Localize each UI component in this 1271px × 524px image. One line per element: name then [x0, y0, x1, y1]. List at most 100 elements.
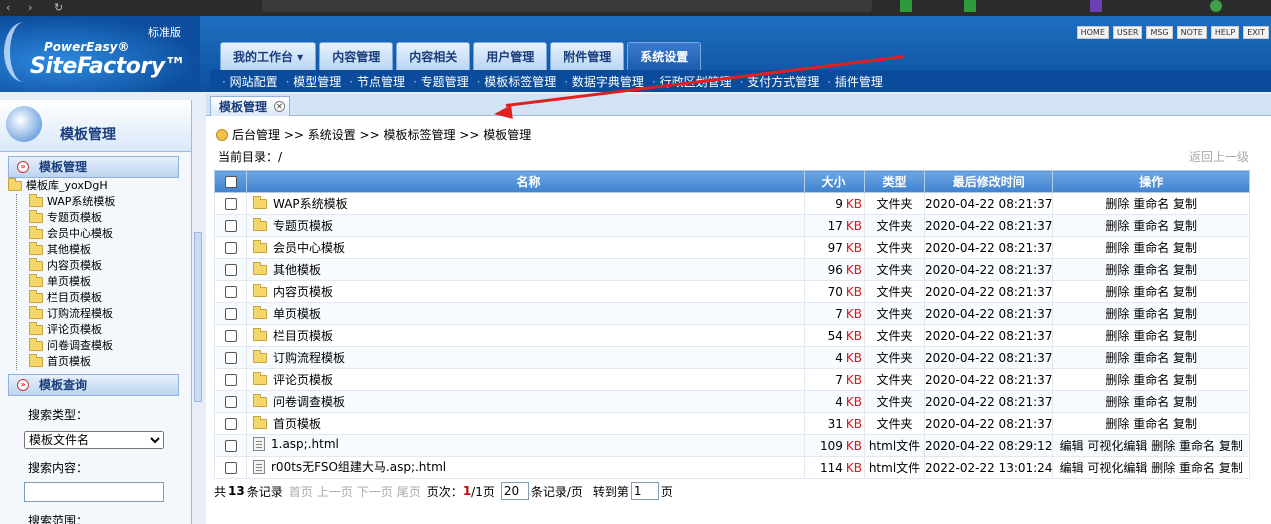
row-checkbox[interactable] — [224, 308, 237, 320]
search-type-select[interactable]: 模板文件名 — [24, 431, 164, 449]
tree-item[interactable]: 评论页模板 — [29, 322, 191, 338]
forward-icon[interactable]: › — [28, 1, 32, 14]
subnav-model[interactable]: 模型管理 — [286, 73, 341, 90]
subnav-special[interactable]: 专题管理 — [413, 73, 469, 90]
tree-item[interactable]: 首页模板 — [29, 354, 191, 370]
row-checkbox[interactable] — [224, 440, 237, 452]
item-name[interactable]: 订购流程模板 — [273, 349, 345, 366]
row-checkbox[interactable] — [224, 242, 237, 254]
row-actions[interactable]: 删除 重命名 复制 — [1105, 351, 1197, 365]
tab-attachments[interactable]: 附件管理 — [550, 42, 625, 70]
tree-item[interactable]: 其他模板 — [29, 242, 191, 258]
section-template-search[interactable]: » 模板查询 — [8, 374, 179, 396]
row-actions[interactable]: 删除 重命名 复制 — [1105, 307, 1197, 321]
row-checkbox[interactable] — [224, 286, 237, 298]
reload-icon[interactable]: ↻ — [54, 1, 63, 14]
row-checkbox[interactable] — [224, 374, 237, 386]
exit-link[interactable]: EXIT — [1243, 26, 1269, 39]
row-actions[interactable]: 编辑 可视化编辑 删除 重命名 复制 — [1060, 461, 1243, 475]
home-link[interactable]: HOME — [1076, 26, 1109, 39]
subnav-dictionary[interactable]: 数据字典管理 — [564, 73, 644, 90]
row-actions[interactable]: 删除 重命名 复制 — [1105, 197, 1197, 211]
address-bar[interactable] — [262, 0, 872, 12]
tab-content[interactable]: 内容管理 — [319, 42, 394, 70]
close-icon[interactable]: ✕ — [274, 101, 286, 112]
per-page-input[interactable] — [500, 482, 529, 500]
row-checkbox[interactable] — [224, 418, 237, 430]
section-template-management[interactable]: » 模板管理 — [8, 156, 179, 178]
tree-root[interactable]: 模板库_yoxDgH — [8, 178, 191, 194]
item-name[interactable]: r00ts无FSO组建大马.asp;.html — [271, 458, 446, 475]
row-actions[interactable]: 删除 重命名 复制 — [1105, 285, 1197, 299]
row-actions[interactable]: 删除 重命名 复制 — [1105, 329, 1197, 343]
goto-page-input[interactable] — [630, 482, 659, 500]
subnav-site-config[interactable]: 网站配置 — [222, 73, 278, 90]
file-icon — [253, 437, 265, 451]
subnav-node[interactable]: 节点管理 — [349, 73, 405, 90]
select-all-checkbox[interactable] — [224, 176, 237, 188]
row-actions[interactable]: 删除 重命名 复制 — [1105, 395, 1197, 409]
item-name[interactable]: 内容页模板 — [273, 283, 333, 300]
tab-system-settings[interactable]: 系统设置 — [627, 42, 702, 70]
row-checkbox[interactable] — [224, 352, 237, 364]
item-name[interactable]: 会员中心模板 — [273, 239, 345, 256]
row-actions[interactable]: 编辑 可视化编辑 删除 重命名 复制 — [1060, 439, 1243, 453]
item-name[interactable]: 其他模板 — [273, 261, 321, 278]
item-name[interactable]: 栏目页模板 — [273, 327, 333, 344]
row-actions[interactable]: 删除 重命名 复制 — [1105, 263, 1197, 277]
item-name[interactable]: 评论页模板 — [273, 371, 333, 388]
row-checkbox[interactable] — [224, 264, 237, 276]
size-unit: KB — [845, 438, 862, 453]
subnav-plugins[interactable]: 插件管理 — [827, 73, 883, 90]
sub-navigation: 网站配置 模型管理 节点管理 专题管理 模板标签管理 数据字典管理 行政区划管理… — [210, 70, 1271, 92]
tree-item[interactable]: WAP系统模板 — [29, 194, 191, 210]
row-actions[interactable]: 删除 重命名 复制 — [1105, 241, 1197, 255]
row-checkbox[interactable] — [224, 198, 237, 210]
row-checkbox[interactable] — [224, 330, 237, 342]
actions-cell: 删除 重命名 复制 — [1052, 236, 1250, 259]
tree-item[interactable]: 内容页模板 — [29, 258, 191, 274]
user-link[interactable]: USER — [1112, 26, 1143, 39]
pager-prev[interactable]: 上一页 — [317, 483, 353, 500]
back-up-link[interactable]: 返回上一级 — [1189, 148, 1249, 165]
note-link[interactable]: NOTE — [1176, 26, 1207, 39]
item-name[interactable]: 首页模板 — [273, 415, 321, 432]
tree-item[interactable]: 专题页模板 — [29, 210, 191, 226]
row-checkbox[interactable] — [224, 462, 237, 474]
msg-link[interactable]: MSG — [1146, 26, 1173, 39]
item-name[interactable]: WAP系统模板 — [273, 195, 348, 212]
breadcrumb-text[interactable]: 后台管理 >> 系统设置 >> 模板标签管理 >> 模板管理 — [232, 126, 531, 143]
tree-item[interactable]: 会员中心模板 — [29, 226, 191, 242]
pager-first[interactable]: 首页 — [289, 483, 313, 500]
extension-icon[interactable] — [964, 0, 976, 12]
extension-icon[interactable] — [900, 0, 912, 12]
tab-workbench[interactable]: 我的工作台 ▾ — [220, 42, 317, 70]
search-content-input[interactable] — [24, 482, 164, 502]
back-icon[interactable]: ‹ — [6, 1, 10, 14]
item-name[interactable]: 单页模板 — [273, 305, 321, 322]
tree-item[interactable]: 单页模板 — [29, 274, 191, 290]
subnav-template-tags[interactable]: 模板标签管理 — [477, 73, 556, 90]
search-content-label: 搜索内容： — [28, 461, 89, 475]
extension-icon[interactable] — [1090, 0, 1102, 12]
help-link[interactable]: HELP — [1210, 26, 1240, 39]
row-actions[interactable]: 删除 重命名 复制 — [1105, 417, 1197, 431]
item-name[interactable]: 问卷调查模板 — [273, 393, 345, 410]
row-actions[interactable]: 删除 重命名 复制 — [1105, 373, 1197, 387]
tree-item[interactable]: 问卷调查模板 — [29, 338, 191, 354]
pager-next[interactable]: 下一页 — [357, 483, 393, 500]
item-name[interactable]: 1.asp;.html — [271, 437, 339, 451]
sidebar-collapse-handle[interactable] — [194, 232, 202, 402]
row-actions[interactable]: 删除 重命名 复制 — [1105, 219, 1197, 233]
tab-template-management[interactable]: 模板管理 ✕ — [210, 96, 291, 116]
item-name[interactable]: 专题页模板 — [273, 217, 333, 234]
row-checkbox[interactable] — [224, 220, 237, 232]
profile-icon[interactable] — [1210, 0, 1222, 12]
row-checkbox[interactable] — [224, 396, 237, 408]
size-unit: KB — [845, 284, 862, 299]
tree-item[interactable]: 订购流程模板 — [29, 306, 191, 322]
tab-users[interactable]: 用户管理 — [473, 42, 548, 70]
tab-content-related[interactable]: 内容相关 — [396, 42, 471, 70]
pager-last[interactable]: 尾页 — [397, 483, 421, 500]
tree-item[interactable]: 栏目页模板 — [29, 290, 191, 306]
